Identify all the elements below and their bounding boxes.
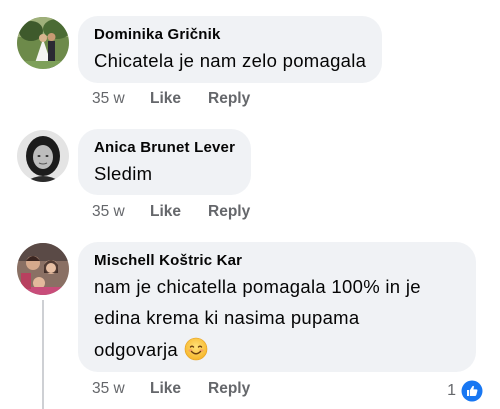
avatar[interactable] [17,243,69,295]
comment-time[interactable]: 35 w [92,90,150,108]
comment-text-line-2: edina krema ki nasima pupama [94,307,360,328]
reply-thread-line [42,300,44,409]
like-button[interactable]: Like [150,203,208,221]
like-button[interactable]: Like [150,90,208,108]
reaction-count: 1 [447,382,456,399]
comment-time[interactable]: 35 w [92,380,150,398]
comment-text-line-1: nam je chicatella pomagala 100% in je [94,276,421,297]
comment-text-line-3: odgovarja [94,333,460,366]
reply-button[interactable]: Reply [208,203,250,221]
like-button[interactable]: Like [150,380,208,398]
comment-actions: 35 w Like Reply [92,203,250,221]
comment-text-line-3-words: odgovarja [94,339,178,360]
comment-text: Sledim [94,163,153,184]
comment-author[interactable]: Mischell Koštric Kar [94,251,460,271]
comment-actions: 35 w Like Reply [92,380,250,398]
reaction-summary[interactable]: 1 [447,379,484,403]
comment-author[interactable]: Anica Brunet Lever [94,138,235,158]
smiling-face-emoji [184,337,208,361]
like-reaction-icon [460,379,484,403]
avatar[interactable] [17,130,69,182]
comment-actions: 35 w Like Reply [92,90,250,108]
comment-bubble: Mischell Koštric Kar nam je chicatella p… [78,242,476,372]
comment-bubble: Dominika Gričnik Chicatela je nam zelo p… [78,16,383,83]
comment-text: Chicatela je nam zelo pomagala [94,50,367,71]
comment-time[interactable]: 35 w [92,203,150,221]
comment-author[interactable]: Dominika Gričnik [94,25,366,45]
reply-button[interactable]: Reply [208,90,250,108]
avatar[interactable] [17,17,69,69]
reply-button[interactable]: Reply [208,380,250,398]
comment-bubble: Anica Brunet Lever Sledim [78,129,252,195]
